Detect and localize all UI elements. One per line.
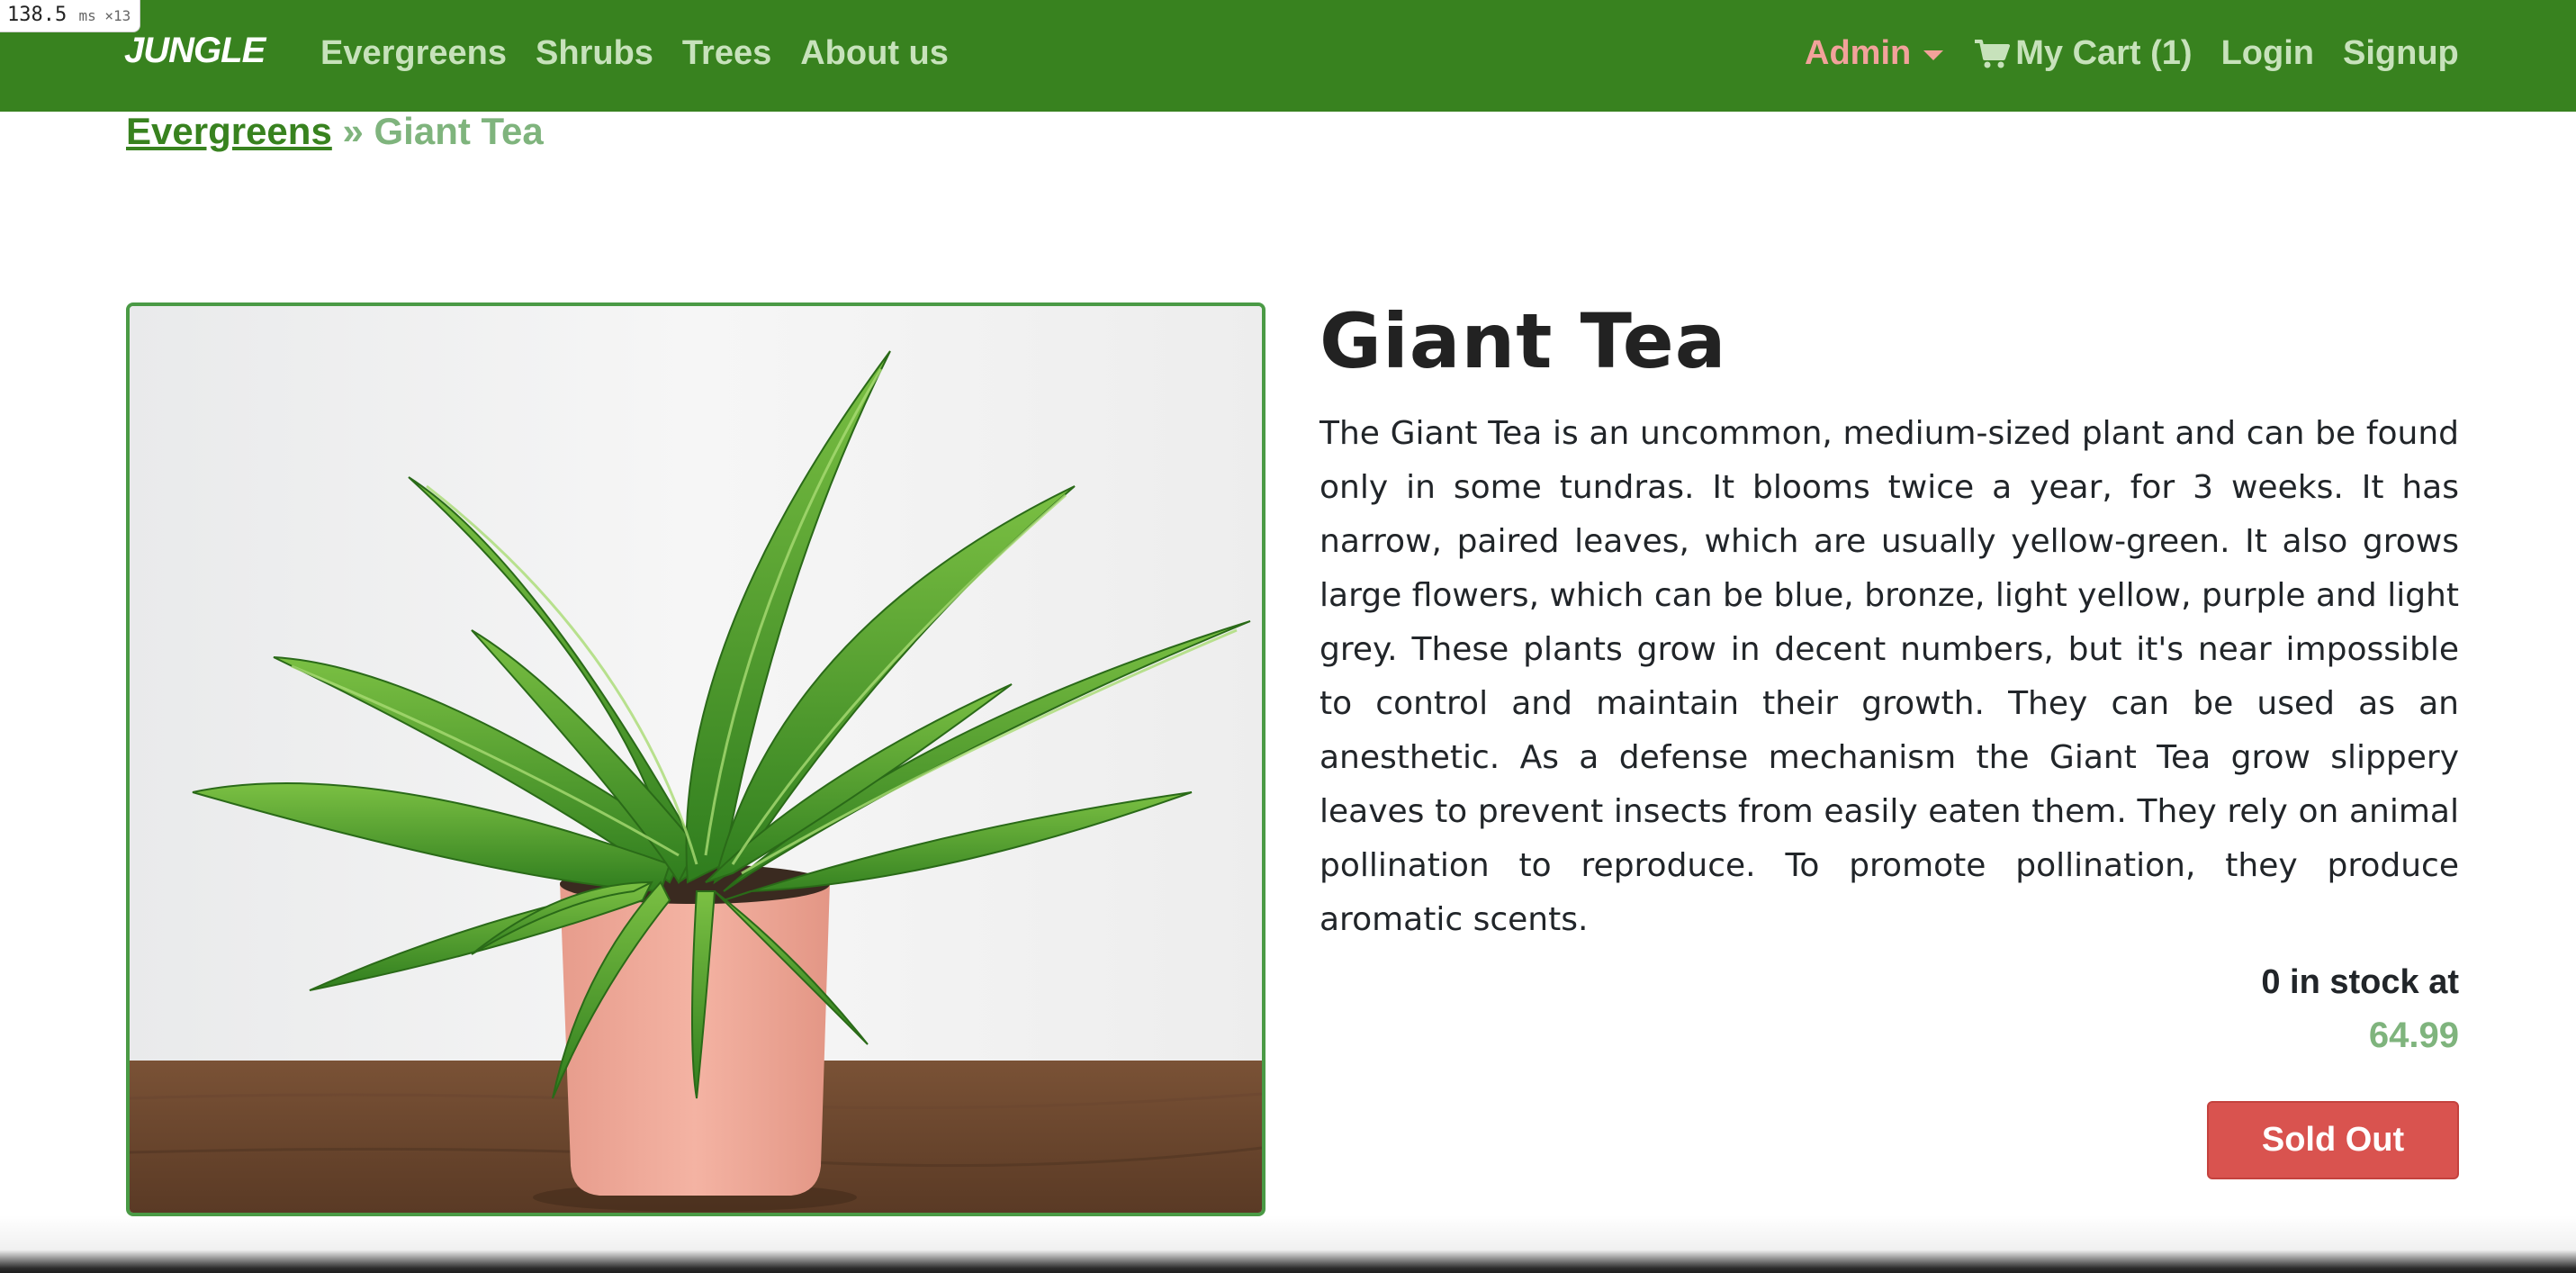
- product-title: Giant Tea: [1320, 297, 1727, 385]
- product-description: The Giant Tea is an uncommon, medium-siz…: [1320, 415, 2459, 938]
- potted-fern-image: [130, 306, 1262, 1213]
- admin-label: Admin: [1805, 34, 1912, 72]
- breadcrumb-separator: »: [342, 110, 364, 152]
- nav-link-about-us[interactable]: About us: [800, 34, 949, 73]
- chevron-down-icon: [1923, 50, 1944, 60]
- stock-status: 0 in stock at: [2261, 963, 2459, 1001]
- account-nav: Admin My Cart (1) Login Signup: [1805, 34, 2488, 73]
- breadcrumb: Evergreens » Giant Tea: [126, 110, 544, 153]
- product-image: [126, 302, 1265, 1216]
- cart-label: My Cart (1): [2015, 34, 2193, 72]
- nav-link-trees[interactable]: Trees: [682, 34, 771, 73]
- breadcrumb-link-evergreens[interactable]: Evergreens: [126, 110, 332, 152]
- performance-unit: ms ×13: [78, 7, 131, 24]
- admin-dropdown[interactable]: Admin: [1805, 34, 1944, 73]
- brand-logo[interactable]: JUNGLE: [124, 31, 266, 71]
- signup-link[interactable]: Signup: [2343, 34, 2459, 73]
- primary-nav: Evergreens Shrubs Trees About us: [320, 34, 977, 73]
- product-price: 64.99: [2368, 1016, 2459, 1055]
- performance-value: 138.5: [7, 4, 68, 26]
- login-link[interactable]: Login: [2221, 34, 2314, 73]
- shopping-cart-icon: [1975, 39, 2011, 68]
- window-bottom-edge: [0, 1215, 2576, 1273]
- nav-link-evergreens[interactable]: Evergreens: [320, 34, 507, 73]
- cart-link[interactable]: My Cart (1): [1974, 34, 2193, 73]
- sold-out-button[interactable]: Sold Out: [2207, 1101, 2459, 1179]
- nav-link-shrubs[interactable]: Shrubs: [536, 34, 653, 73]
- breadcrumb-current: Giant Tea: [374, 110, 544, 152]
- top-navbar: JUNGLE Evergreens Shrubs Trees About us …: [0, 0, 2576, 112]
- performance-badge: 138.5 ms ×13: [0, 0, 141, 32]
